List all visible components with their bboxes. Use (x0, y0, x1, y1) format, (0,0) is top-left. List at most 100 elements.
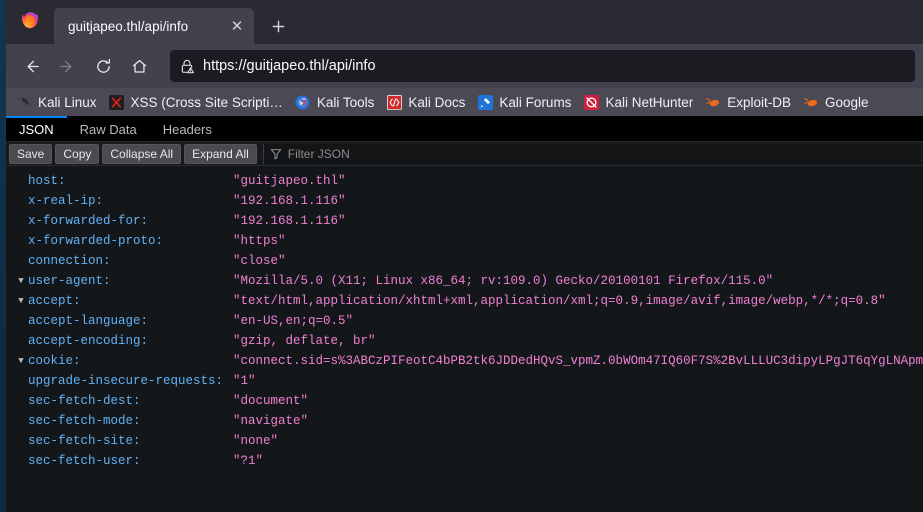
chevron-down-icon[interactable]: ▼ (14, 296, 28, 306)
json-value: "close" (233, 254, 286, 268)
chevron-down-icon[interactable]: ▼ (14, 356, 28, 366)
chevron-down-icon[interactable]: ▼ (14, 276, 28, 286)
kali-tools-icon (295, 94, 311, 110)
json-key: x-forwarded-proto: (28, 234, 164, 248)
json-value: "https" (233, 234, 286, 248)
json-key: sec-fetch-dest: (28, 394, 141, 408)
json-value: "Mozilla/5.0 (X11; Linux x86_64; rv:109.… (233, 274, 774, 288)
browser-tab-active[interactable]: guitjapeo.thl/api/info ✕ (54, 8, 254, 44)
json-row[interactable]: ▼ cookie: "connect.sid=s%3ABCzPIFeotC4bPB2… (6, 351, 923, 371)
json-viewer-tabs: JSON Raw Data Headers (6, 116, 923, 142)
bookmark-label: XSS (Cross Site Scripti… (130, 94, 283, 110)
collapse-all-button[interactable]: Collapse All (102, 143, 182, 164)
bookmark-kali-docs[interactable]: Kali Docs (380, 92, 471, 112)
tab-json[interactable]: JSON (6, 116, 67, 141)
json-row[interactable]: ▼sec-fetch-site:"none" (6, 431, 923, 451)
json-row[interactable]: ▼sec-fetch-mode:"navigate" (6, 411, 923, 431)
bookmark-label: Kali Tools (316, 94, 375, 110)
kali-forums-icon (477, 94, 493, 110)
json-key: connection: (28, 254, 111, 268)
save-label: Save (17, 146, 45, 161)
bookmark-kali-nethunter[interactable]: Kali NetHunter (577, 92, 699, 112)
json-row[interactable]: ▼ user-agent: "Mozilla/5.0 (X11; Linux x86… (6, 271, 923, 291)
json-key: cookie: (28, 354, 81, 368)
xss-icon (109, 94, 125, 110)
bookmark-label: Kali Linux (38, 94, 97, 110)
json-row[interactable]: ▼ accept: "text/html,application/xhtml+xml… (6, 291, 923, 311)
kali-docs-icon (386, 94, 402, 110)
tab-raw-data[interactable]: Raw Data (67, 116, 150, 141)
json-key: upgrade-insecure-requests: (28, 374, 224, 388)
json-row[interactable]: ▼accept-language:"en-US,en;q=0.5" (6, 311, 923, 331)
home-button[interactable] (122, 50, 156, 82)
json-key: user-agent: (28, 274, 111, 288)
json-key: accept: (28, 294, 81, 308)
exploit-db-icon (705, 94, 721, 110)
save-button[interactable]: Save (9, 143, 53, 164)
reload-icon (96, 58, 110, 73)
tab-headers-label: Headers (162, 122, 212, 137)
bookmark-label: Exploit-DB (727, 94, 792, 110)
bookmark-kali-linux[interactable]: Kali Linux (10, 92, 103, 112)
copy-button[interactable]: Copy (55, 143, 100, 164)
json-key: accept-encoding: (28, 334, 149, 348)
close-icon[interactable]: ✕ (226, 15, 248, 37)
plus-icon (272, 20, 284, 32)
json-key: sec-fetch-user: (28, 454, 141, 468)
filter-json-input[interactable]: Filter JSON (262, 143, 920, 164)
json-row[interactable]: ▼x-real-ip:"192.168.1.116" (6, 191, 923, 211)
json-rows: ▼ host: "guitjapeo.thl" ▼ x-real-ip: "192.168… (6, 166, 923, 512)
bookmark-label: Kali NetHunter (605, 94, 694, 110)
kali-dragon-icon (16, 94, 32, 110)
json-row[interactable]: ▼sec-fetch-dest:"document" (6, 391, 923, 411)
json-viewer-toolbar: Save Copy Collapse All Expand All Filter… (6, 142, 923, 166)
filter-json-placeholder: Filter JSON (287, 146, 350, 161)
forward-arrow-icon (59, 60, 71, 72)
json-value: "?1" (233, 454, 264, 468)
json-key: host: (28, 174, 66, 188)
json-row[interactable]: ▼sec-fetch-user:"?1" (6, 451, 923, 471)
firefox-window: guitjapeo.thl/api/info ✕ https://guitjap… (6, 0, 923, 512)
json-row[interactable]: ▼x-forwarded-for:"192.168.1.116" (6, 211, 923, 231)
json-value: "connect.sid=s%3ABCzPIFeotC4bPB2tk6JDDed… (233, 354, 923, 368)
collapse-all-label: Collapse All (110, 146, 174, 161)
expand-all-label: Expand All (192, 146, 249, 161)
json-value: "guitjapeo.thl" (233, 174, 346, 188)
bookmark-kali-forums[interactable]: Kali Forums (471, 92, 577, 112)
json-row[interactable]: ▼host:"guitjapeo.thl" (6, 171, 923, 191)
json-value: "1" (233, 374, 256, 388)
filter-icon (270, 148, 282, 160)
json-key: x-forwarded-for: (28, 214, 149, 228)
json-value: "navigate" (233, 414, 309, 428)
home-icon (132, 59, 146, 73)
expand-all-button[interactable]: Expand All (184, 143, 257, 164)
json-viewer: JSON Raw Data Headers Save Copy Collapse… (6, 116, 923, 512)
url-bar[interactable]: https://guitjapeo.thl/api/info (170, 50, 915, 82)
bookmark-google-hacking-db[interactable]: Google (797, 92, 875, 112)
bookmark-kali-tools[interactable]: Kali Tools (289, 92, 381, 112)
back-arrow-icon (27, 60, 39, 72)
lock-warning-icon[interactable] (180, 59, 194, 74)
json-key: x-real-ip: (28, 194, 104, 208)
navigation-toolbar: https://guitjapeo.thl/api/info (6, 44, 923, 88)
json-value: "text/html,application/xhtml+xml,applica… (233, 294, 886, 308)
json-key: sec-fetch-mode: (28, 414, 141, 428)
json-value: "192.168.1.116" (233, 194, 346, 208)
copy-label: Copy (63, 146, 92, 161)
json-value: "192.168.1.116" (233, 214, 346, 228)
url-text: https://guitjapeo.thl/api/info (203, 58, 376, 74)
json-row[interactable]: ▼upgrade-insecure-requests:"1" (6, 371, 923, 391)
forward-button[interactable] (50, 50, 84, 82)
new-tab-button[interactable] (262, 10, 294, 42)
firefox-logo-icon (6, 0, 54, 44)
bookmark-exploit-db[interactable]: Exploit-DB (699, 92, 797, 112)
kali-nethunter-icon (583, 94, 599, 110)
reload-button[interactable] (86, 50, 120, 82)
back-button[interactable] (14, 50, 48, 82)
tab-headers[interactable]: Headers (150, 116, 225, 141)
json-row[interactable]: ▼x-forwarded-proto:"https" (6, 231, 923, 251)
json-row[interactable]: ▼accept-encoding:"gzip, deflate, br" (6, 331, 923, 351)
json-row[interactable]: ▼connection:"close" (6, 251, 923, 271)
bookmark-label: Kali Docs (408, 94, 466, 110)
bookmark-xss[interactable]: XSS (Cross Site Scripti… (103, 92, 289, 112)
